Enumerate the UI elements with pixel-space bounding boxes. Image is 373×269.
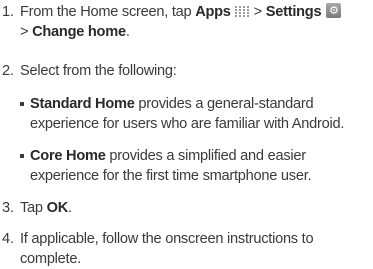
step-1-line-2: > Change home.: [2, 22, 368, 42]
step-1-line-1: 1. From the Home screen, tap Apps > Settin…: [2, 2, 368, 22]
step-number: 3.: [2, 200, 14, 216]
ok-label: OK: [46, 200, 69, 216]
apps-label: Apps: [195, 4, 231, 20]
settings-label: Settings: [265, 4, 322, 20]
option-name: Core Home: [30, 148, 106, 164]
step-2: 2. Select from the following:: [2, 61, 368, 81]
separator: >: [253, 4, 266, 20]
period: .: [125, 24, 130, 40]
bullet-icon: [20, 154, 24, 158]
step-4-line-2: complete.: [20, 251, 82, 267]
step-3-text: Tap: [20, 200, 47, 216]
step-number: 2.: [2, 63, 14, 79]
option-line-1: Standard Home provides a general-standar…: [20, 94, 370, 114]
option-line-1: Core Home provides a simplified and easi…: [20, 146, 370, 166]
step-4: 4. If applicable, follow the onscreen ins…: [2, 229, 368, 269]
step-1-text: From the Home screen, tap: [20, 4, 196, 20]
option-description: provides a simplified and easier: [105, 148, 306, 164]
step-2-text: Select from the following:: [20, 63, 177, 79]
step-4-text: If applicable, follow the onscreen instr…: [20, 231, 314, 247]
period: .: [67, 200, 72, 216]
change-home-label: Change home: [32, 24, 126, 40]
apps-grid-icon: [234, 6, 251, 17]
option-line-2: experience for users who are familiar wi…: [30, 116, 345, 132]
option-description: provides a general-standard: [134, 96, 314, 112]
step-number: 1.: [2, 4, 14, 20]
instructions-document: 1. From the Home screen, tap Apps > Settin…: [0, 0, 373, 268]
option-standard-home: Standard Home provides a general-standar…: [20, 94, 370, 134]
separator: >: [20, 24, 33, 40]
option-line-2: experience for the first time smartphone…: [30, 168, 312, 184]
option-name: Standard Home: [30, 96, 135, 112]
option-core-home: Core Home provides a simplified and easi…: [20, 146, 370, 186]
step-3: 3. Tap OK.: [2, 198, 368, 218]
step-number: 4.: [2, 231, 14, 247]
step-4-line-1: 4. If applicable, follow the onscreen ins…: [2, 229, 368, 249]
step-1: 1. From the Home screen, tap Apps > Settin…: [2, 2, 368, 42]
bullet-icon: [20, 102, 24, 106]
settings-icon: ⚙: [326, 3, 342, 18]
